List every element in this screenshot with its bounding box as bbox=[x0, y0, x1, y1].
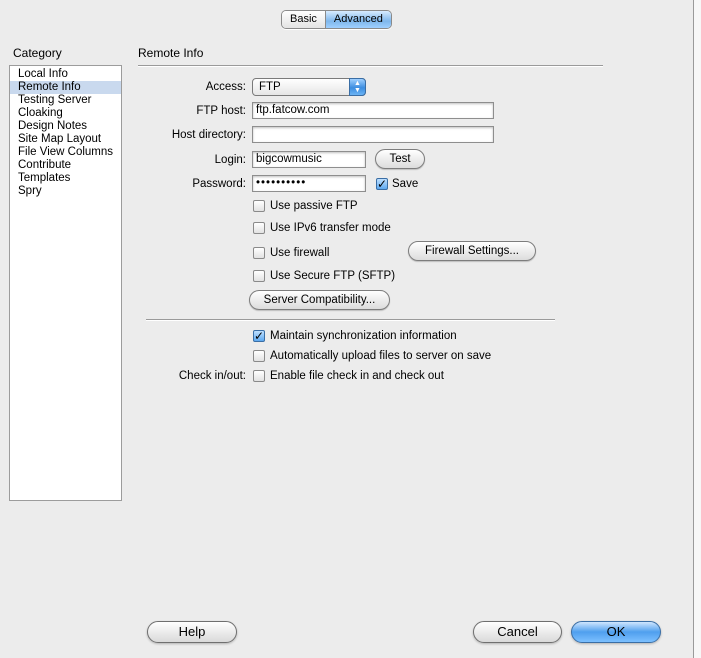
auto-upload-checkbox[interactable] bbox=[253, 350, 265, 362]
access-label: Access: bbox=[205, 81, 246, 93]
login-label: Login: bbox=[214, 154, 246, 166]
password-label: Password: bbox=[192, 178, 246, 190]
category-item-spry[interactable]: Spry bbox=[10, 185, 121, 198]
check-in-out-enable-label: Enable file check in and check out bbox=[270, 370, 444, 382]
ipv6-checkbox[interactable] bbox=[253, 222, 265, 234]
sftp-checkbox[interactable] bbox=[253, 270, 265, 282]
help-button[interactable]: Help bbox=[147, 621, 237, 643]
ftp-host-label: FTP host: bbox=[196, 105, 246, 117]
save-password-checkbox[interactable]: ✓ bbox=[376, 178, 388, 190]
category-item-local-info[interactable]: Local Info bbox=[10, 68, 121, 81]
access-select-value: FTP bbox=[259, 81, 281, 93]
test-button[interactable]: Test bbox=[375, 149, 425, 169]
tab-switcher: Basic Advanced bbox=[281, 10, 392, 29]
host-directory-input[interactable] bbox=[252, 126, 494, 143]
cancel-button[interactable]: Cancel bbox=[473, 621, 562, 643]
window-edge bbox=[693, 0, 701, 658]
category-item-cloaking[interactable]: Cloaking bbox=[10, 107, 121, 120]
category-item-file-view-columns[interactable]: File View Columns bbox=[10, 146, 121, 159]
category-item-remote-info[interactable]: Remote Info bbox=[10, 81, 121, 94]
tab-advanced[interactable]: Advanced bbox=[324, 11, 391, 28]
maintain-sync-label: Maintain synchronization information bbox=[270, 330, 457, 342]
save-password-label: Save bbox=[392, 178, 419, 190]
passive-ftp-checkbox[interactable] bbox=[253, 200, 265, 212]
category-item-testing-server[interactable]: Testing Server bbox=[10, 94, 121, 107]
access-select[interactable]: FTP ▲ ▼ bbox=[252, 78, 366, 96]
auto-upload-label: Automatically upload files to server on … bbox=[270, 350, 492, 362]
category-item-design-notes[interactable]: Design Notes bbox=[10, 120, 121, 133]
section-title: Remote Info bbox=[138, 46, 204, 60]
category-list: Local Info Remote Info Testing Server Cl… bbox=[9, 65, 122, 501]
login-input[interactable] bbox=[252, 151, 366, 168]
maintain-sync-checkbox[interactable]: ✓ bbox=[253, 330, 265, 342]
host-directory-label: Host directory: bbox=[171, 129, 246, 141]
firewall-settings-button[interactable]: Firewall Settings... bbox=[408, 241, 536, 261]
section-divider bbox=[138, 65, 603, 67]
password-input[interactable] bbox=[252, 175, 366, 192]
category-item-contribute[interactable]: Contribute bbox=[10, 159, 121, 172]
check-in-out-checkbox[interactable] bbox=[253, 370, 265, 382]
category-item-templates[interactable]: Templates bbox=[10, 172, 121, 185]
check-in-out-label: Check in/out: bbox=[178, 370, 246, 382]
category-item-site-map-layout[interactable]: Site Map Layout bbox=[10, 133, 121, 146]
passive-ftp-label: Use passive FTP bbox=[270, 200, 358, 212]
checkmark-icon: ✓ bbox=[254, 329, 265, 343]
server-compatibility-button[interactable]: Server Compatibility... bbox=[249, 290, 390, 310]
sftp-label: Use Secure FTP (SFTP) bbox=[270, 270, 396, 282]
category-heading: Category bbox=[13, 46, 62, 60]
updown-arrows-icon: ▲ ▼ bbox=[349, 78, 366, 96]
checkmark-icon: ✓ bbox=[377, 177, 388, 191]
options-divider bbox=[146, 319, 555, 321]
ipv6-label: Use IPv6 transfer mode bbox=[270, 222, 391, 234]
firewall-label: Use firewall bbox=[270, 247, 330, 259]
ok-button[interactable]: OK bbox=[571, 621, 661, 643]
tab-basic[interactable]: Basic bbox=[282, 11, 325, 28]
firewall-checkbox[interactable] bbox=[253, 247, 265, 259]
ftp-host-input[interactable] bbox=[252, 102, 494, 119]
